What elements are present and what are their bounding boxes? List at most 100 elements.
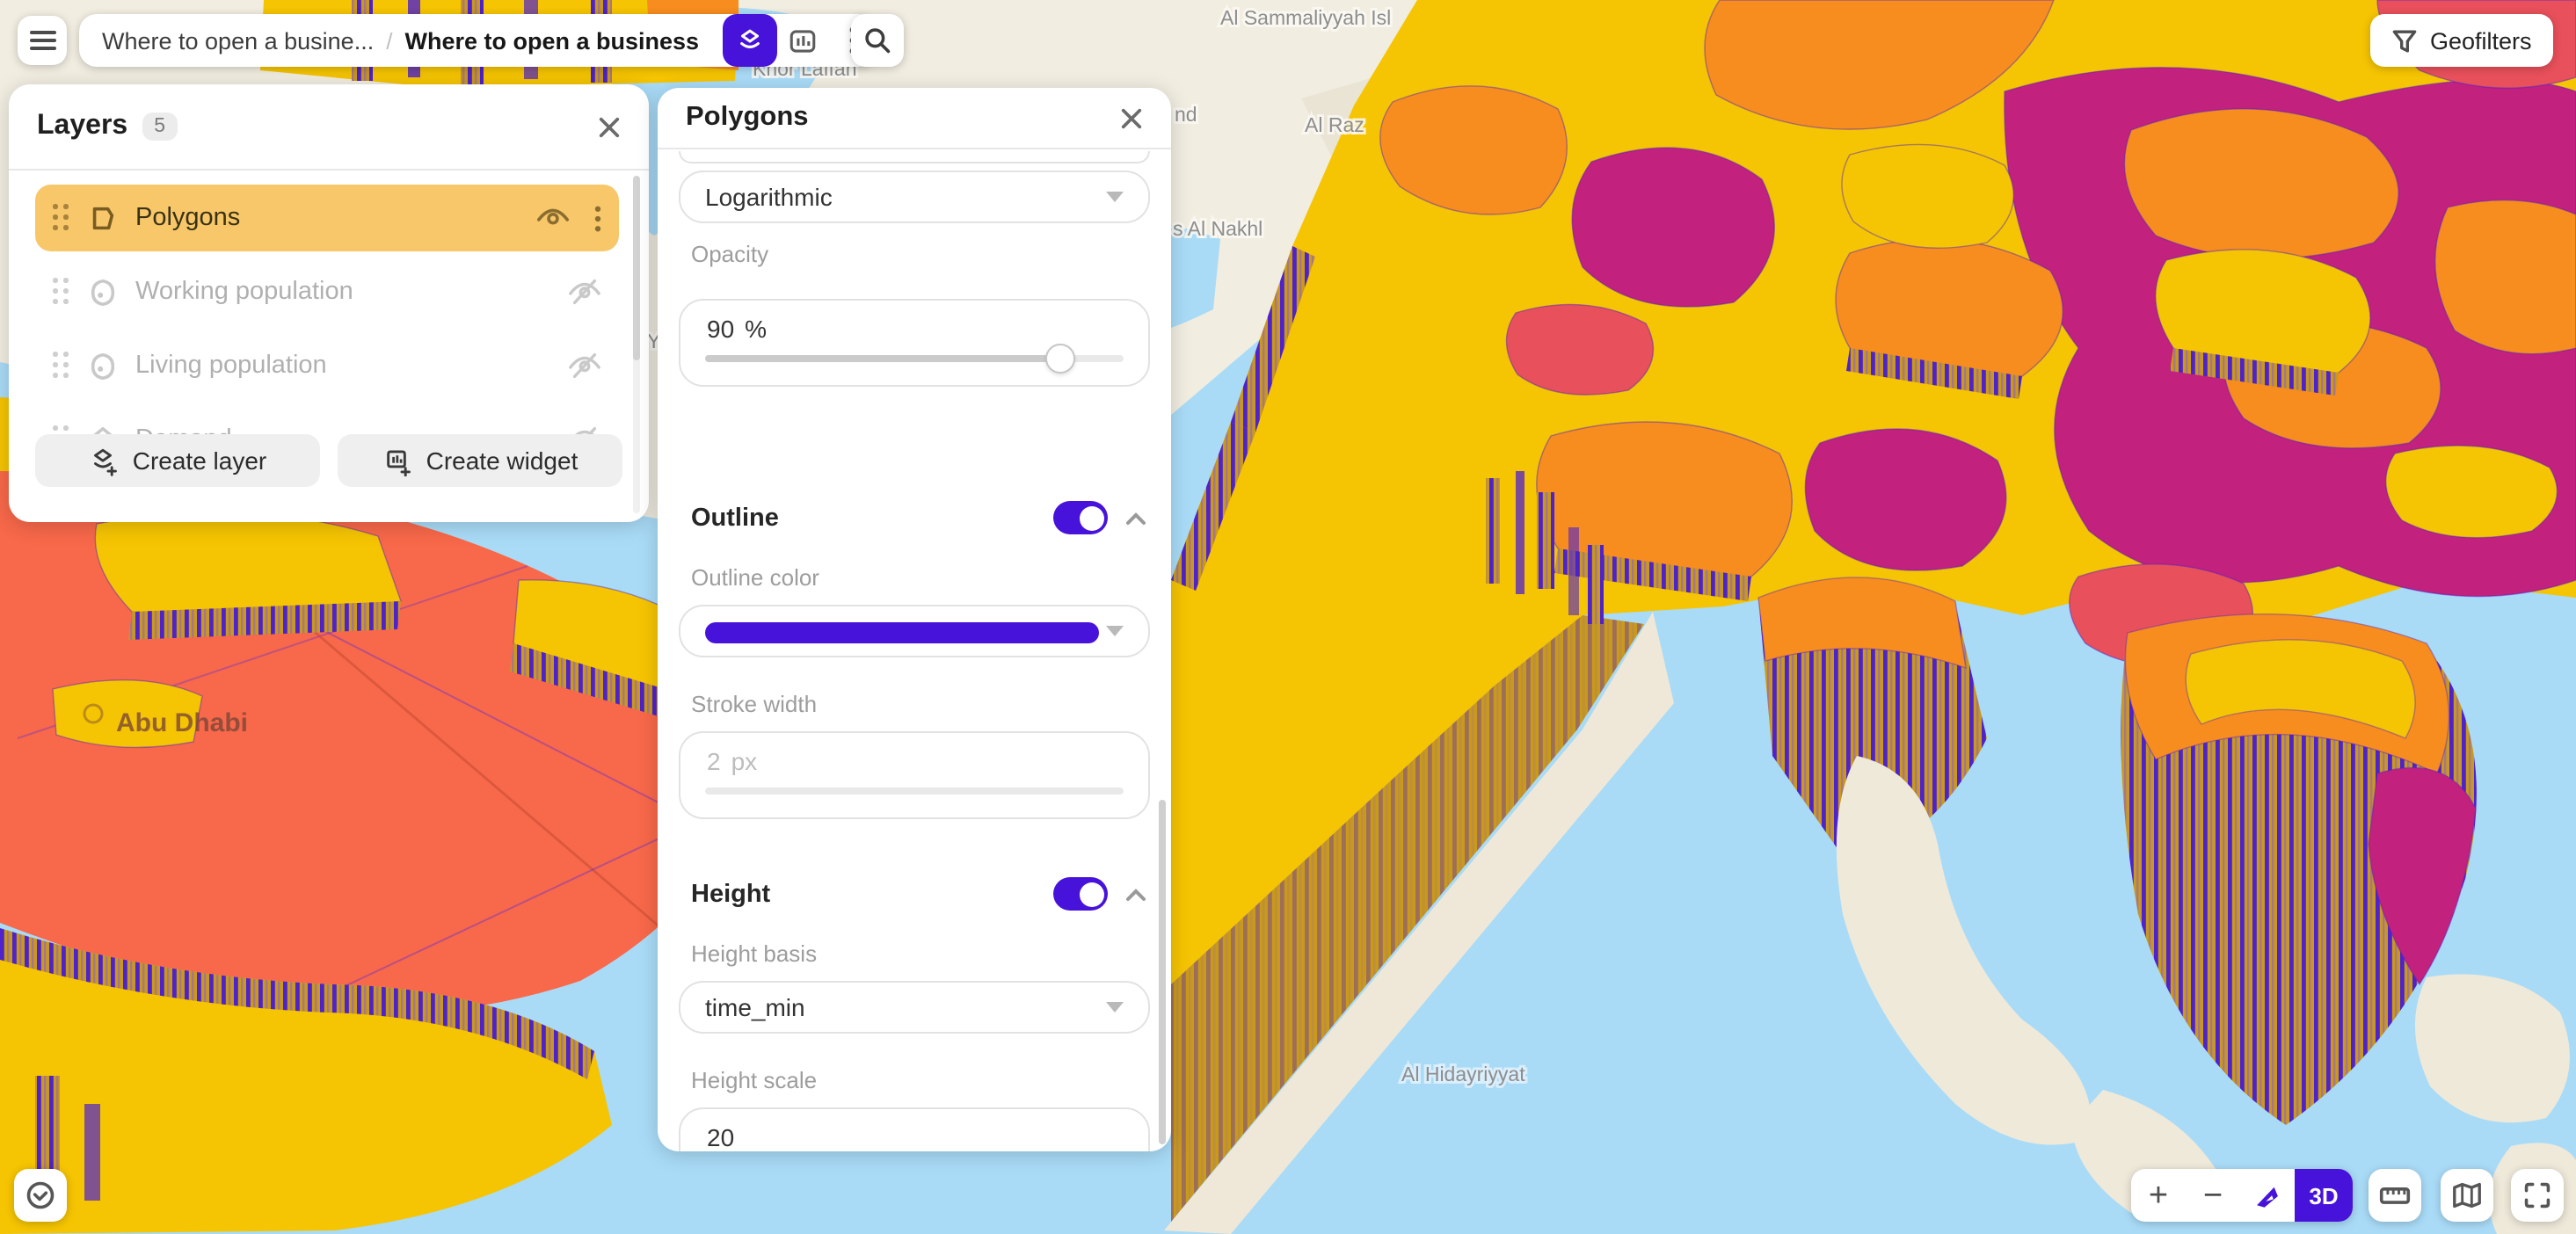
height-basis-value: time_min [705,993,805,1021]
compass-button[interactable] [2240,1169,2295,1222]
height-basis-label: Height basis [691,940,817,967]
zoom-out-label: − [2203,1179,2223,1212]
layer-label: Polygons [135,204,240,232]
drag-handle-icon[interactable] [53,204,70,232]
basemap-button[interactable] [2441,1169,2493,1222]
search-button[interactable] [851,14,904,67]
opacity-slider[interactable] [705,355,1124,362]
eye-off-icon[interactable] [568,278,601,306]
polygons-panel-title: Polygons [686,102,809,134]
height-scale-label: Height scale [691,1067,817,1093]
layers-panel-actions: Create layer Create widget [9,434,649,487]
layers-panel-header: Layers 5 [9,84,649,169]
breadcrumb-current[interactable]: Where to open a business [404,27,699,54]
outline-color-select[interactable] [679,605,1150,657]
polygons-close-button[interactable] [1120,106,1143,129]
opacity-value[interactable]: 90 [707,315,734,343]
scale-type-select[interactable]: Logarithmic [679,171,1150,223]
close-icon [598,115,621,138]
scale-type-value: Logarithmic [705,183,833,211]
stroke-width-value[interactable]: 2 [707,747,721,775]
geofilters-label: Geofilters [2430,27,2532,54]
layers-panel: Layers 5 Polygons [9,84,649,522]
menu-button[interactable] [18,16,67,65]
map-label-sammaliyyah: Al Sammaliyyah Isl [1220,6,1391,29]
layers-count-badge: 5 [142,113,178,141]
opacity-label: Opacity [691,241,768,267]
layers-scrollbar-thumb[interactable] [633,176,640,360]
zoom-in-button[interactable]: + [2131,1169,2186,1222]
map-icon [2451,1181,2483,1209]
drag-handle-icon[interactable] [53,278,70,306]
chevron-down-icon [1106,626,1124,636]
close-icon [1120,106,1143,129]
outline-label: Outline [691,504,779,532]
stroke-width-unit: px [731,747,758,775]
layer-row-living-population[interactable]: Living population [35,332,619,399]
polygons-scrollbar-thumb[interactable] [1159,800,1166,1144]
create-layer-label: Create layer [133,446,267,475]
layers-list: Polygons Working popu [9,171,635,436]
breadcrumb-bar: Where to open a busine... / Where to ope… [79,14,875,67]
mode-3d-button[interactable]: 3D [2295,1169,2353,1222]
layers-toggle-button[interactable] [722,14,776,67]
height-label: Height [691,880,770,908]
history-button[interactable] [14,1169,67,1222]
height-scale-control: 20 [679,1107,1150,1151]
map-label-island-fragment: nd [1175,103,1197,126]
map-label-nakhl: s Al Nakhl [1173,217,1263,240]
geofilters-button[interactable]: Geofilters [2370,14,2553,67]
create-layer-button[interactable]: Create layer [35,434,320,487]
layer-label: Working population [135,278,353,306]
outline-toggle[interactable] [1053,501,1108,534]
eye-icon[interactable] [536,206,570,230]
search-icon [863,26,891,54]
chevron-down-icon [1106,192,1124,202]
chart-icon [788,25,818,55]
height-toggle[interactable] [1053,877,1108,911]
widgets-button[interactable] [776,14,829,67]
layers-close-button[interactable] [598,115,621,138]
drag-handle-icon[interactable] [53,352,70,380]
height-scale-value[interactable]: 20 [707,1123,734,1151]
stroke-width-control: 2 px [679,731,1150,819]
opacity-control: 90% [679,299,1150,387]
measure-button[interactable] [2369,1169,2421,1222]
hamburger-icon [29,30,55,51]
layer-row-polygons[interactable]: Polygons [35,185,619,251]
eye-off-icon[interactable] [568,352,601,380]
map-label-razeen: Al Raz [1305,113,1364,136]
opacity-slider-knob[interactable] [1046,344,1076,374]
outline-color-label: Outline color [691,564,819,591]
height-section-header: Height [691,877,1146,911]
mode-3d-label: 3D [2309,1182,2338,1209]
chevron-up-icon[interactable] [1125,511,1146,525]
clock-icon [25,1180,56,1211]
layer-menu-icon[interactable] [594,205,601,231]
population-layer-icon [88,351,118,381]
polygons-panel-header: Polygons [658,88,1171,148]
fullscreen-button[interactable] [2511,1169,2564,1222]
layer-row-working-population[interactable]: Working population [35,258,619,325]
height-basis-select[interactable]: time_min [679,981,1150,1034]
opacity-unit: % [745,315,767,343]
zoom-out-button[interactable]: − [2186,1169,2240,1222]
breadcrumb-separator: / [386,27,392,54]
population-layer-icon [88,277,118,307]
layer-row-demand[interactable]: Demand [35,406,619,436]
create-widget-button[interactable]: Create widget [338,434,622,487]
app-viewport: Al Sammaliyyah Isl Al Raz Khor Laffan s … [0,0,2576,1234]
zoom-controls: + − 3D [2131,1169,2353,1222]
polygon-layer-icon [88,203,118,233]
breadcrumb-parent[interactable]: Where to open a busine... [102,27,374,54]
polygons-settings-panel: Polygons Logarithmic Opacity 90% [658,88,1171,1151]
zoom-in-label: + [2149,1179,2168,1212]
funnel-icon [2391,27,2418,54]
stroke-width-slider[interactable] [705,788,1124,795]
polygons-panel-body: Logarithmic Opacity 90% Outline Ou [658,149,1171,1151]
chevron-down-icon [1106,1002,1124,1013]
layer-label: Living population [135,352,327,380]
outline-color-swatch [705,622,1099,643]
compass-icon [2252,1180,2282,1210]
chevron-up-icon[interactable] [1125,887,1146,901]
